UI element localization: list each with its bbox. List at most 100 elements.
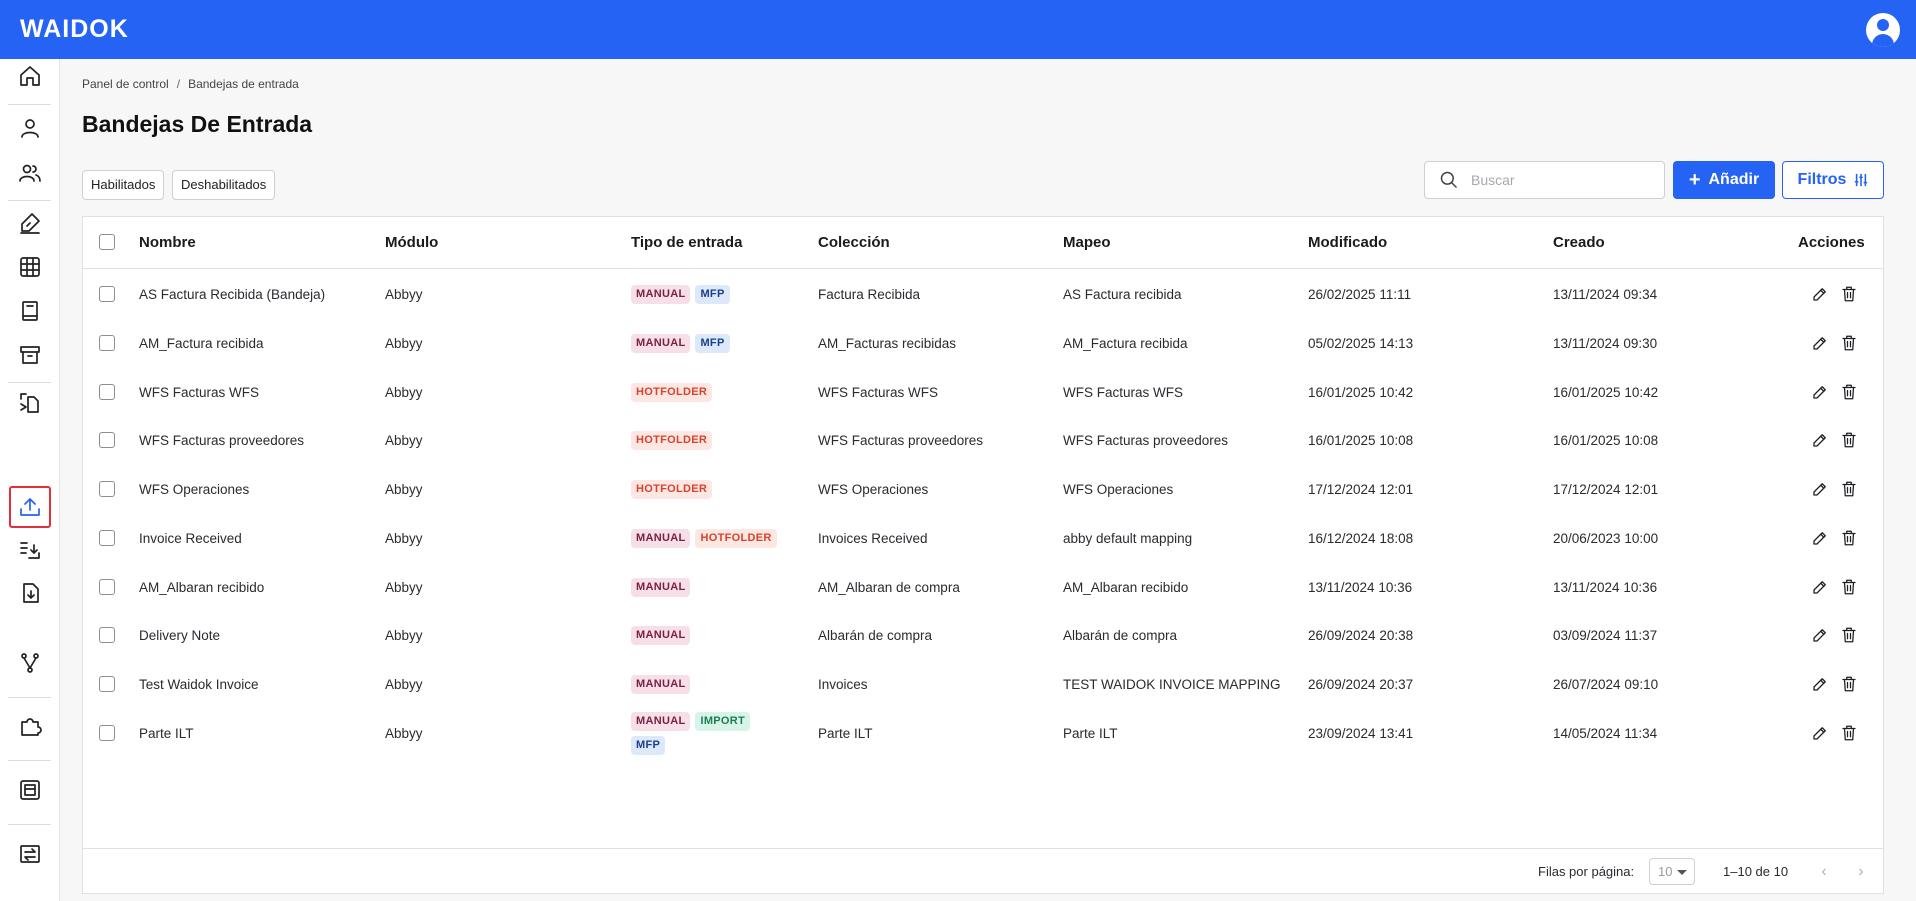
workflow-icon[interactable] (13, 646, 47, 680)
delete-icon[interactable] (1840, 334, 1858, 352)
pagination-range: 1–10 de 10 (1723, 864, 1789, 879)
user-avatar-icon[interactable] (1866, 12, 1900, 47)
edit-icon[interactable] (1811, 480, 1829, 498)
edit-icon[interactable] (1811, 383, 1829, 401)
archive-icon[interactable] (13, 338, 47, 372)
row-checkbox[interactable] (99, 286, 115, 302)
users-group-icon[interactable] (13, 156, 47, 190)
delete-icon[interactable] (1840, 285, 1858, 303)
input-type-tags: MANUAL (631, 660, 781, 709)
filter-enabled-button[interactable]: Habilitados (82, 170, 165, 200)
delete-icon[interactable] (1840, 431, 1858, 449)
user-icon[interactable] (13, 111, 47, 145)
table-row[interactable]: WFS Facturas WFS Abbyy HOTFOLDER WFS Factur… (83, 368, 1883, 417)
home-icon[interactable] (13, 59, 47, 93)
cell-mapping: AM_Albaran recibido (1063, 580, 1189, 595)
cell-collection: WFS Operaciones (818, 482, 929, 497)
cell-name: WFS Operaciones (139, 482, 250, 497)
input-type-badge: MANUAL (631, 334, 691, 353)
cell-module: Abbyy (385, 385, 423, 400)
edit-icon[interactable] (1811, 431, 1829, 449)
delete-icon[interactable] (1840, 480, 1858, 498)
table-row[interactable]: Invoice Received Abbyy MANUAL HOTFOLDER Invo… (83, 514, 1883, 563)
document-sign-icon[interactable] (13, 206, 47, 240)
app-logo[interactable]: WAIDOK (20, 15, 129, 44)
edit-icon[interactable] (1811, 675, 1829, 693)
edit-icon[interactable] (1811, 334, 1829, 352)
cell-modified: 26/02/2025 11:11 (1308, 287, 1412, 302)
cell-collection: WFS Facturas proveedores (818, 433, 984, 448)
cell-modified: 13/11/2024 10:36 (1308, 580, 1413, 595)
filters-button[interactable]: Filtros (1782, 161, 1884, 199)
inbox-upload-icon[interactable] (9, 486, 51, 528)
table-row[interactable]: WFS Facturas proveedores Abbyy HOTFOLDER WF… (83, 416, 1883, 465)
document-transfer-icon[interactable] (13, 386, 47, 420)
sidebar-divider (8, 760, 51, 761)
edit-icon[interactable] (1811, 285, 1829, 303)
row-checkbox[interactable] (99, 432, 115, 448)
filter-disabled-button[interactable]: Deshabilitados (172, 170, 276, 200)
table-row[interactable]: Test Waidok Invoice Abbyy MANUAL Invoices TE… (83, 660, 1883, 709)
cell-collection: Albarán de compra (818, 628, 933, 643)
previous-page-icon[interactable]: ‹ (1814, 862, 1834, 882)
column-header[interactable]: Módulo (385, 217, 438, 269)
column-header[interactable]: Mapeo (1063, 217, 1111, 269)
table-row[interactable]: Parte ILT Abbyy MANUAL IMPORT MFP Parte ILT Pa… (83, 709, 1883, 758)
delete-icon[interactable] (1840, 724, 1858, 742)
screen-exchange-icon[interactable] (13, 837, 47, 871)
cell-collection: AM_Albaran de compra (818, 580, 960, 595)
row-checkbox[interactable] (99, 481, 115, 497)
add-button[interactable]: + Añadir (1673, 161, 1775, 199)
document-download-icon[interactable] (13, 576, 47, 610)
column-header[interactable]: Colección (818, 217, 890, 269)
edit-icon[interactable] (1811, 626, 1829, 644)
row-checkbox[interactable] (99, 627, 115, 643)
row-checkbox[interactable] (99, 530, 115, 546)
input-type-badge: MANUAL (631, 285, 691, 304)
column-header[interactable]: Nombre (139, 217, 196, 269)
row-checkbox[interactable] (99, 725, 115, 741)
book-icon[interactable] (13, 294, 47, 328)
column-header: Creado (1553, 234, 1605, 251)
input-type-tags: MANUAL IMPORT MFP (631, 709, 781, 758)
table-row[interactable]: WFS Operaciones Abbyy HOTFOLDER WFS Operaci… (83, 465, 1883, 514)
table-row[interactable]: AM_Factura recibida Abbyy MANUAL MFP AM_Fact… (83, 319, 1883, 368)
column-header: Acciones (1798, 234, 1865, 251)
select-all-checkbox[interactable] (99, 234, 115, 250)
cell-name: Delivery Note (139, 628, 221, 643)
sidebar-divider (8, 824, 51, 825)
table-row[interactable]: AS Factura Recibida (Bandeja) Abbyy MANUAL… (83, 270, 1883, 319)
list-export-icon[interactable] (13, 533, 47, 567)
delete-icon[interactable] (1840, 578, 1858, 596)
breadcrumb-root[interactable]: Panel de control (82, 77, 169, 91)
cell-name: AM_Albaran recibido (139, 580, 265, 595)
delete-icon[interactable] (1840, 529, 1858, 547)
table-row[interactable]: Delivery Note Abbyy MANUAL Albarán de compr… (83, 611, 1883, 660)
delete-icon[interactable] (1840, 383, 1858, 401)
search-icon (1440, 171, 1458, 189)
next-page-icon[interactable]: › (1851, 862, 1871, 882)
puzzle-icon[interactable] (13, 709, 47, 743)
table-row[interactable]: AM_Albaran recibido Abbyy MANUAL AM_Albaran… (83, 563, 1883, 612)
edit-icon[interactable] (1811, 578, 1829, 596)
cell-modified: 23/09/2024 13:41 (1308, 726, 1414, 741)
row-checkbox[interactable] (99, 335, 115, 351)
input-type-tags: MANUAL HOTFOLDER (631, 514, 781, 563)
edit-icon[interactable] (1811, 529, 1829, 547)
row-checkbox[interactable] (99, 676, 115, 692)
search-input[interactable] (1471, 172, 1661, 188)
row-checkbox[interactable] (99, 384, 115, 400)
sliders-icon (1855, 173, 1868, 187)
row-checkbox[interactable] (99, 579, 115, 595)
delete-icon[interactable] (1840, 626, 1858, 644)
window-icon[interactable] (13, 773, 47, 807)
delete-icon[interactable] (1840, 675, 1858, 693)
search-box[interactable] (1424, 161, 1665, 199)
edit-icon[interactable] (1811, 724, 1829, 742)
cell-created: 03/09/2024 11:37 (1553, 628, 1658, 643)
column-header[interactable]: Modificado (1308, 217, 1387, 269)
cell-collection: Invoices Received (818, 531, 928, 546)
column-header[interactable]: Tipo de entrada (631, 217, 742, 269)
rows-per-page-select[interactable]: 10 (1649, 858, 1695, 885)
table-icon[interactable] (13, 250, 47, 284)
